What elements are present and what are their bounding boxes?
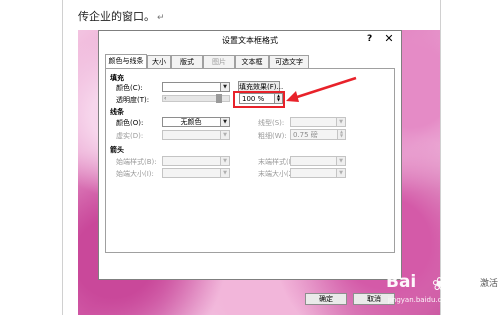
watermark-brand-suffix: du	[452, 272, 477, 292]
annotation-arrow-icon	[286, 76, 357, 102]
baidu-jingyan-watermark: Bai ❀ du jingyan.baidu.com 激活	[382, 272, 500, 315]
watermark-side-text: 激活	[480, 279, 499, 289]
watermark-sub: jingyan.baidu.com	[388, 296, 453, 304]
paw-logo-icon: ❀	[432, 274, 448, 295]
watermark-brand: Bai	[386, 272, 417, 292]
